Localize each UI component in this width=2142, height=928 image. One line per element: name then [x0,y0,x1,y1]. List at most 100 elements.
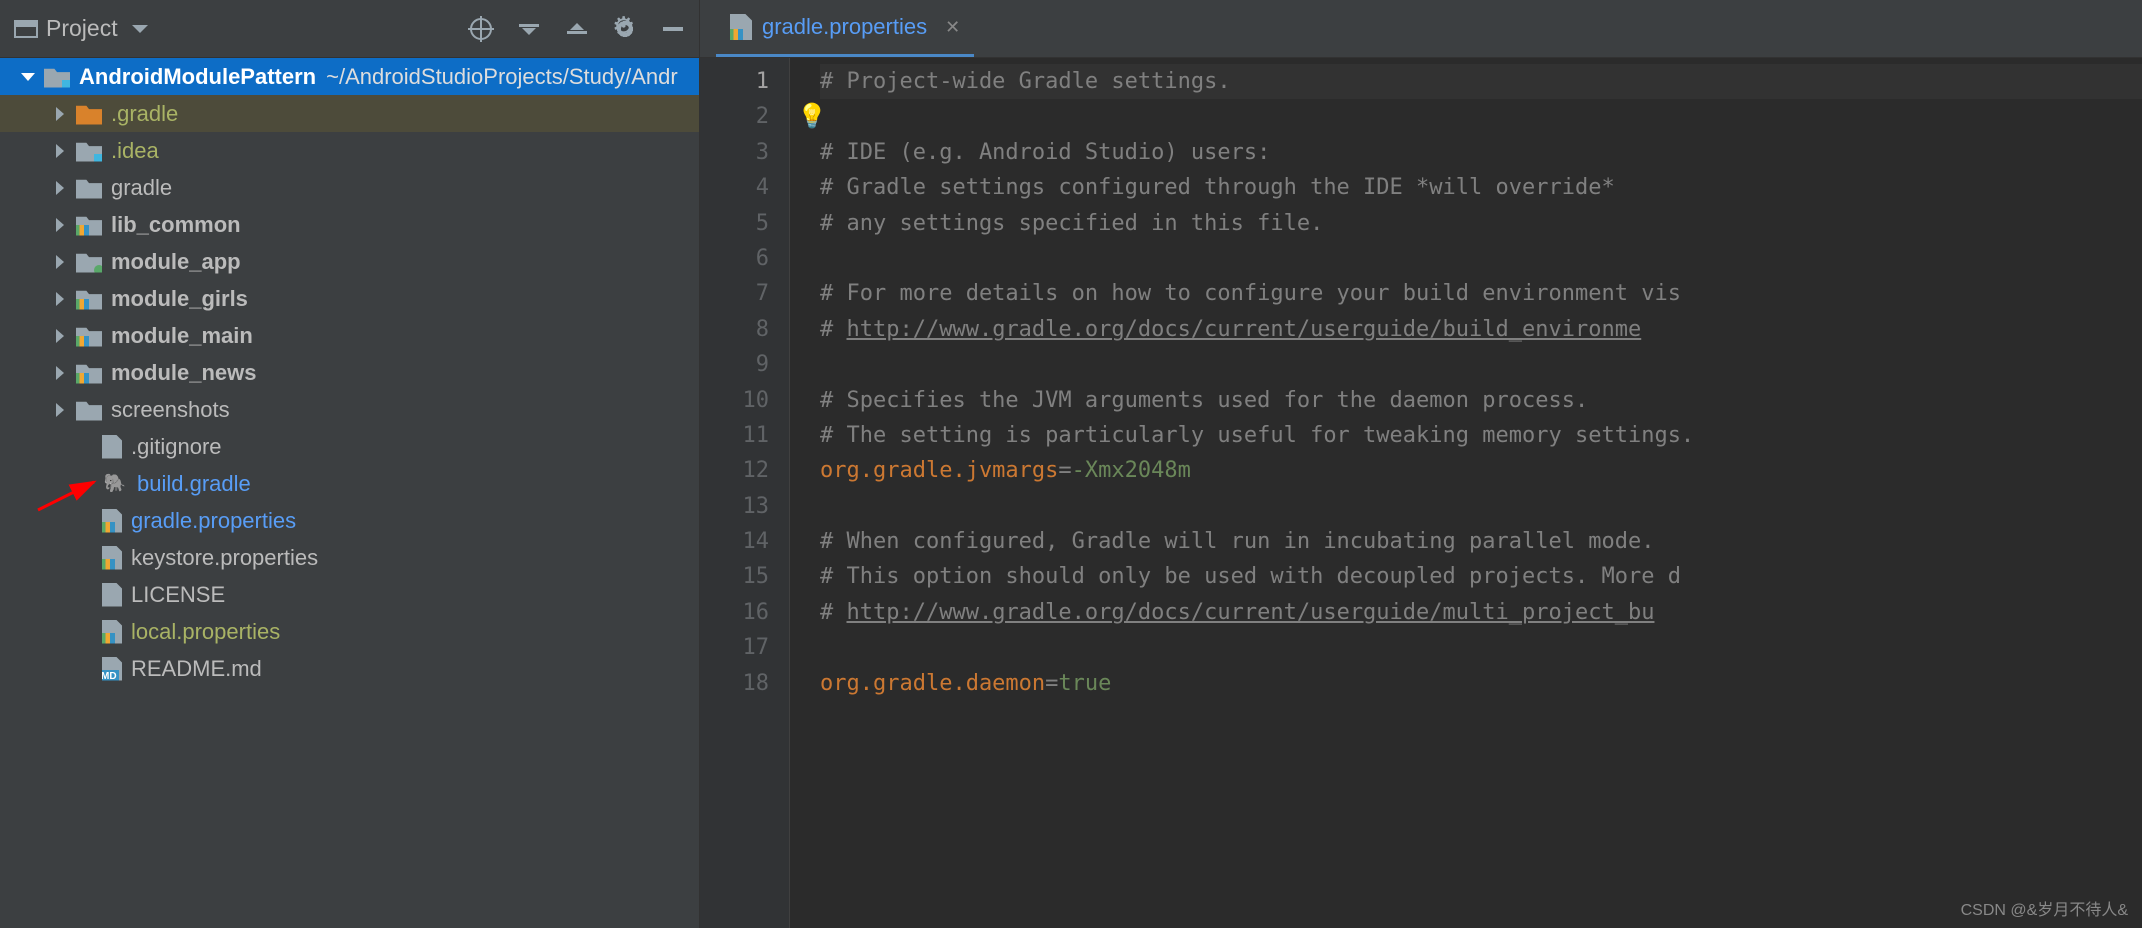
line-number: 11 [700,418,769,453]
tree-node-screenshots[interactable]: screenshots [0,391,699,428]
editor-tabs: gradle.properties ✕ [700,0,2142,58]
line-number: 17 [700,630,769,665]
gear-icon[interactable] [613,17,637,41]
chevron-right-icon[interactable] [50,255,70,269]
line-number: 6 [700,241,769,276]
folder-icon [76,103,102,125]
panel-toolbar [469,17,685,41]
code-line [820,347,2142,382]
node-label: README.md [131,656,262,682]
tree-node--gradle[interactable]: .gradle [0,95,699,132]
code-line [820,489,2142,524]
tree-node-AndroidModulePattern[interactable]: AndroidModulePattern~/AndroidStudioProje… [0,58,699,95]
line-number: 5 [700,206,769,241]
tree-node-lib-common[interactable]: lib_common [0,206,699,243]
code-line: # any settings specified in this file. [820,206,2142,241]
line-number: 3 [700,135,769,170]
bulb-icon[interactable]: 💡 [797,102,827,130]
tree-node-local-properties[interactable]: local.properties [0,613,699,650]
node-label: gradle [111,175,172,201]
chevron-down-icon [132,25,148,33]
node-label: local.properties [131,619,280,645]
node-label: AndroidModulePattern [79,64,316,90]
chevron-down-icon[interactable] [18,73,38,81]
node-label: module_news [111,360,256,386]
chevron-right-icon[interactable] [50,107,70,121]
tab-gradle-properties[interactable]: gradle.properties ✕ [716,0,974,57]
node-label: build.gradle [137,471,251,497]
line-number: 16 [700,595,769,630]
code-line: # Project-wide Gradle settings. [820,64,2142,99]
node-label: .idea [111,138,159,164]
panel-icon [14,20,38,38]
close-icon[interactable]: ✕ [945,17,960,38]
panel-title: Project [46,15,118,42]
chevron-right-icon[interactable] [50,181,70,195]
code-line [820,241,2142,276]
line-number: 10 [700,383,769,418]
editor-panel: gradle.properties ✕ 💡 123456789101112131… [700,0,2142,928]
line-number: 18 [700,666,769,701]
chevron-right-icon[interactable] [50,329,70,343]
chevron-right-icon[interactable] [50,218,70,232]
line-number: 4 [700,170,769,205]
code-line: org.gradle.daemon=true [820,666,2142,701]
code-content[interactable]: # Project-wide Gradle settings. # IDE (e… [790,58,2142,928]
line-number: 8 [700,312,769,347]
tree-node--idea[interactable]: .idea [0,132,699,169]
tree-node-module-app[interactable]: module_app [0,243,699,280]
tree-node-build-gradle[interactable]: build.gradle [0,465,699,502]
tree-node-module-main[interactable]: module_main [0,317,699,354]
folder-icon [76,399,102,421]
node-label: keystore.properties [131,545,318,571]
file-icon [102,583,122,607]
module-icon [76,362,102,384]
project-tree[interactable]: AndroidModulePattern~/AndroidStudioProje… [0,58,699,928]
chevron-right-icon[interactable] [50,144,70,158]
tree-node-module-news[interactable]: module_news [0,354,699,391]
tree-node-LICENSE[interactable]: LICENSE [0,576,699,613]
node-label: module_main [111,323,253,349]
locate-icon[interactable] [469,17,493,41]
folder-icon [76,140,102,162]
code-line [820,630,2142,665]
file-icon [102,435,122,459]
code-editor[interactable]: 💡 123456789101112131415161718 # Project-… [700,58,2142,928]
tree-node-README-md[interactable]: README.md [0,650,699,687]
properties-file-icon [730,14,752,40]
chevron-right-icon[interactable] [50,292,70,306]
tree-node-gradle[interactable]: gradle [0,169,699,206]
file-icon [102,620,122,644]
module-icon [76,288,102,310]
file-icon [102,657,122,681]
project-view-selector[interactable]: Project [14,15,469,42]
tree-node--gitignore[interactable]: .gitignore [0,428,699,465]
expand-all-icon[interactable] [517,17,541,41]
project-panel: Project AndroidModulePattern~/AndroidStu… [0,0,700,928]
chevron-right-icon[interactable] [50,403,70,417]
line-number: 15 [700,559,769,594]
line-number: 14 [700,524,769,559]
code-line [820,99,2142,134]
panel-header: Project [0,0,699,58]
node-label: module_app [111,249,241,275]
folder-icon [44,66,70,88]
chevron-right-icon[interactable] [50,366,70,380]
tree-node-gradle-properties[interactable]: gradle.properties [0,502,699,539]
code-line: # For more details on how to configure y… [820,276,2142,311]
node-label: module_girls [111,286,248,312]
code-line: # http://www.gradle.org/docs/current/use… [820,312,2142,347]
folder-icon [76,177,102,199]
tree-node-keystore-properties[interactable]: keystore.properties [0,539,699,576]
module-icon [76,214,102,236]
node-label: screenshots [111,397,230,423]
line-number: 9 [700,347,769,382]
hide-icon[interactable] [661,17,685,41]
code-line: # When configured, Gradle will run in in… [820,524,2142,559]
node-label: LICENSE [131,582,225,608]
collapse-all-icon[interactable] [565,17,589,41]
elephant-icon [102,473,128,495]
tree-node-module-girls[interactable]: module_girls [0,280,699,317]
line-number: 7 [700,276,769,311]
file-icon [102,509,122,533]
